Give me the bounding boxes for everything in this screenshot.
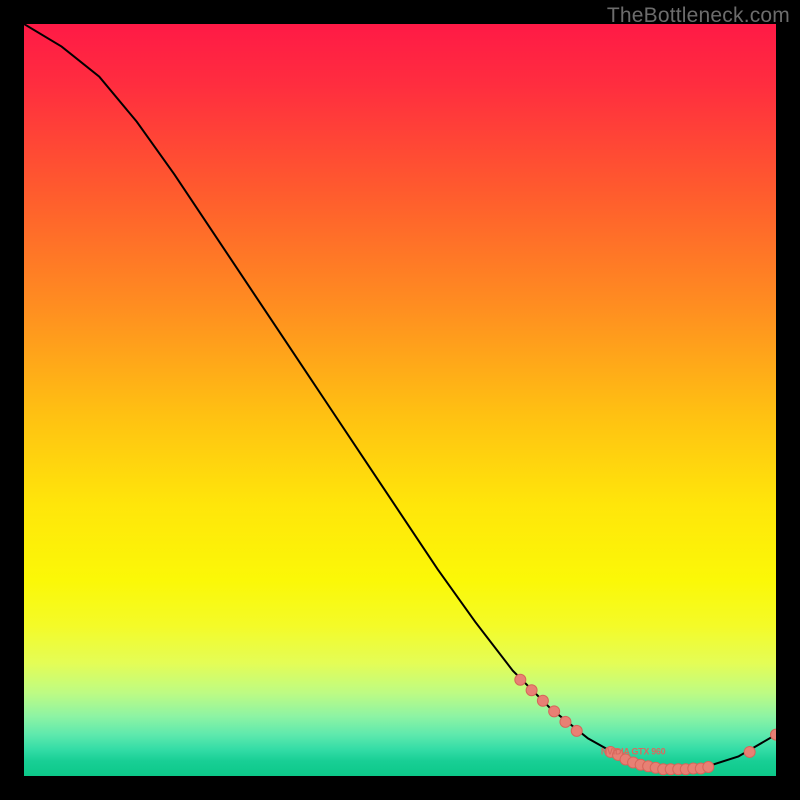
data-point — [537, 695, 548, 706]
chart-stage: NVIDIA GTX 960 TheBottleneck.com — [0, 0, 800, 800]
bottleneck-curve — [24, 24, 776, 769]
data-point — [744, 746, 755, 757]
data-point — [703, 761, 714, 772]
data-points — [515, 674, 776, 774]
data-point — [526, 685, 537, 696]
plot-area: NVIDIA GTX 960 — [24, 24, 776, 776]
data-point — [515, 674, 526, 685]
data-point — [549, 706, 560, 717]
data-point — [571, 725, 582, 736]
data-point — [560, 716, 571, 727]
chart-overlay: NVIDIA GTX 960 — [24, 24, 776, 776]
point-label: NVIDIA GTX 960 — [601, 747, 666, 757]
watermark-text: TheBottleneck.com — [607, 4, 790, 28]
